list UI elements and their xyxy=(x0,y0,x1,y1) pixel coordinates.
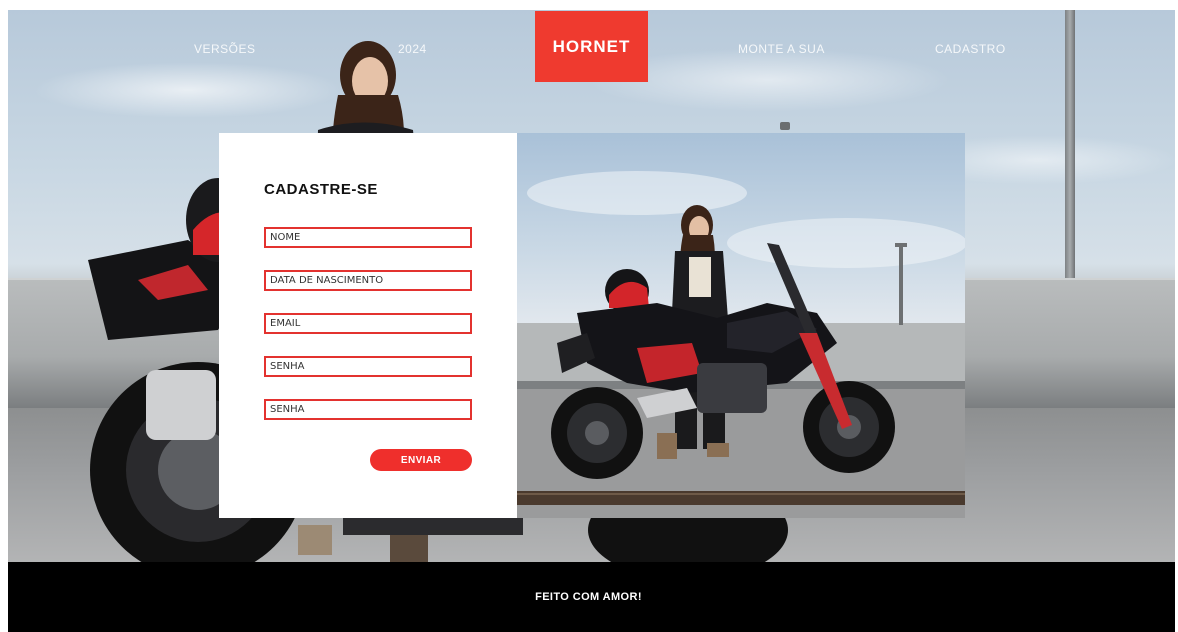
light-pole xyxy=(1065,10,1075,278)
nav-item-2024[interactable]: 2024 xyxy=(398,42,427,56)
nav-item-cadastro[interactable]: CADASTRO xyxy=(935,42,1006,56)
password-confirm-input[interactable] xyxy=(264,399,472,420)
logo-text: HORNET xyxy=(552,36,631,56)
email-input[interactable] xyxy=(264,313,472,334)
password-input[interactable] xyxy=(264,356,472,377)
signup-form-panel: CADASTRE-SE ENVIAR xyxy=(219,133,517,518)
submit-button[interactable]: ENVIAR xyxy=(370,449,472,471)
form-title: CADASTRE-SE xyxy=(264,181,378,198)
footer-text: FEITO COM AMOR! xyxy=(535,591,642,603)
motorcycle-photo-image xyxy=(517,171,965,518)
footer: FEITO COM AMOR! xyxy=(8,562,1175,632)
nav-item-versoes[interactable]: VERSÕES xyxy=(194,42,256,56)
birthdate-input[interactable] xyxy=(264,270,472,291)
nav-item-monte-a-sua[interactable]: MONTE A SUA xyxy=(738,42,825,56)
hornet-logo[interactable]: HORNET xyxy=(535,11,648,82)
motorcycle-photo-panel xyxy=(517,133,965,518)
street-lamp xyxy=(780,122,790,130)
name-input[interactable] xyxy=(264,227,472,248)
